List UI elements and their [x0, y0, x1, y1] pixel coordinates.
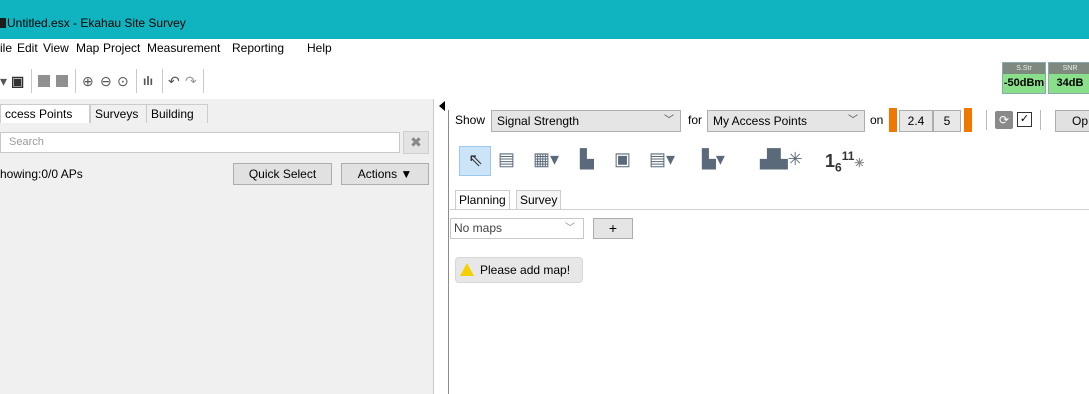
menu-edit[interactable]: Edit — [17, 41, 38, 55]
maps-select-value: No maps — [454, 221, 503, 235]
search-placeholder: Search — [9, 136, 44, 148]
toolbar-divider — [75, 69, 76, 93]
actions-button[interactable]: Actions ▼ — [341, 163, 429, 185]
chevron-down-icon: ﹀ — [664, 115, 674, 126]
signal-strength-label: S.Str — [1003, 63, 1045, 74]
snr-indicator: SNR 34dB — [1048, 62, 1089, 94]
toolbar-divider — [203, 69, 204, 93]
redo-icon[interactable]: ↷ — [185, 73, 197, 89]
tab-building[interactable]: Building — [146, 104, 208, 123]
save-icon[interactable]: ▣ — [11, 73, 24, 89]
options-button[interactable]: Op — [1055, 110, 1089, 132]
chevron-down-icon: ﹀ — [565, 223, 575, 234]
toolbar-divider — [986, 110, 987, 130]
band-2-4-button[interactable]: 2.4 — [899, 110, 933, 132]
add-map-warning: Please add map! — [455, 257, 583, 283]
attenuation-area-icon[interactable]: ▙ — [580, 146, 594, 172]
chart-icon[interactable]: ılı — [143, 73, 153, 89]
menu-bar: ile Edit View Map Project Measurement Re… — [0, 39, 1089, 59]
menu-measurement[interactable]: Measurement — [147, 41, 220, 55]
auto-planner-icon[interactable]: ▟▙✳ — [760, 146, 803, 172]
refresh-icon[interactable]: ⟳ — [995, 111, 1013, 129]
select-tool-button[interactable]: ⇖ — [459, 146, 491, 176]
warning-icon — [460, 263, 474, 276]
copy-area-icon[interactable]: ▣ — [614, 146, 631, 172]
floor-area-icon[interactable]: ▙▾ — [702, 146, 725, 172]
for-select-value: My Access Points — [713, 114, 808, 128]
search-input[interactable]: Search — [0, 132, 400, 153]
menu-file[interactable]: ile — [0, 41, 12, 55]
add-map-button[interactable]: + — [593, 218, 633, 239]
menu-help[interactable]: Help — [307, 41, 332, 55]
spark-icon: ✳ — [854, 156, 865, 170]
showing-count: howing:0/0 APs — [0, 167, 83, 181]
tab-access-points[interactable]: ccess Points — [0, 104, 90, 123]
panel-divider — [433, 99, 434, 394]
ruler-icon[interactable]: ▤ — [498, 146, 515, 172]
channel-label-6: 6 — [835, 160, 842, 175]
show-select-value: Signal Strength — [497, 114, 580, 128]
panel-divider — [448, 110, 449, 394]
checkbox-icon[interactable]: ✓ — [1017, 112, 1032, 127]
show-select[interactable]: Signal Strength ﹀ — [491, 110, 681, 132]
open-icon[interactable]: ▾ — [0, 73, 7, 89]
copy-icon[interactable] — [56, 75, 68, 87]
menu-reporting[interactable]: Reporting — [232, 41, 284, 55]
chevron-down-icon: ﹀ — [848, 115, 858, 126]
zoom-out-icon[interactable]: ⊖ — [100, 73, 112, 89]
signal-strength-indicator: S.Str -50dBm — [1002, 62, 1046, 94]
on-label: on — [870, 113, 884, 127]
tab-planning[interactable]: Planning — [455, 190, 510, 210]
signal-strength-value: -50dBm — [1003, 74, 1045, 93]
show-label: Show — [455, 113, 486, 127]
quick-select-button[interactable]: Quick Select — [233, 163, 332, 185]
channel-label-1: 1 — [825, 151, 836, 171]
tab-survey[interactable]: Survey — [516, 190, 562, 210]
menu-project[interactable]: Project — [103, 41, 140, 55]
channel-label-11: 11 — [841, 149, 855, 163]
toolbar-divider — [136, 69, 137, 93]
band-indicator-right — [964, 108, 972, 132]
undo-icon[interactable]: ↶ — [168, 73, 180, 89]
zoom-fit-icon[interactable]: ⊙ — [117, 73, 129, 89]
maps-select[interactable]: No maps ﹀ — [450, 218, 584, 239]
zoom-in-icon[interactable]: ⊕ — [82, 73, 94, 89]
document-icon[interactable]: ▤▾ — [649, 146, 675, 172]
band-indicator-left — [889, 108, 897, 132]
snr-value: 34dB — [1049, 74, 1089, 93]
tab-underline — [450, 209, 1089, 210]
snr-label: SNR — [1049, 63, 1089, 74]
channel-planner-icon[interactable]: 1611✳ — [825, 149, 864, 175]
main-toolbar: ▾ ▣ ⊕ ⊖ ⊙ ılı ↶ ↷ — [0, 59, 1089, 99]
tab-surveys[interactable]: Surveys — [90, 104, 148, 123]
cut-icon[interactable] — [38, 75, 50, 87]
toolbar-divider — [31, 69, 32, 93]
menu-map[interactable]: Map — [76, 41, 99, 55]
clear-search-icon[interactable]: ✖ — [403, 131, 429, 154]
title-bar: Untitled.esx - Ekahau Site Survey — [0, 0, 1089, 39]
warning-text: Please add map! — [480, 263, 571, 277]
toolbar-divider — [162, 69, 163, 93]
app-icon — [0, 18, 6, 28]
wall-icon[interactable]: ▦▾ — [533, 146, 559, 172]
for-select[interactable]: My Access Points ﹀ — [707, 110, 865, 132]
window-title: Untitled.esx - Ekahau Site Survey — [7, 16, 186, 30]
menu-view[interactable]: View — [43, 41, 69, 55]
toolbar-divider — [1040, 110, 1041, 130]
for-label: for — [688, 113, 703, 127]
collapse-panel-icon[interactable] — [439, 101, 445, 111]
band-5-button[interactable]: 5 — [933, 110, 961, 132]
cursor-icon: ⇖ — [468, 150, 484, 170]
